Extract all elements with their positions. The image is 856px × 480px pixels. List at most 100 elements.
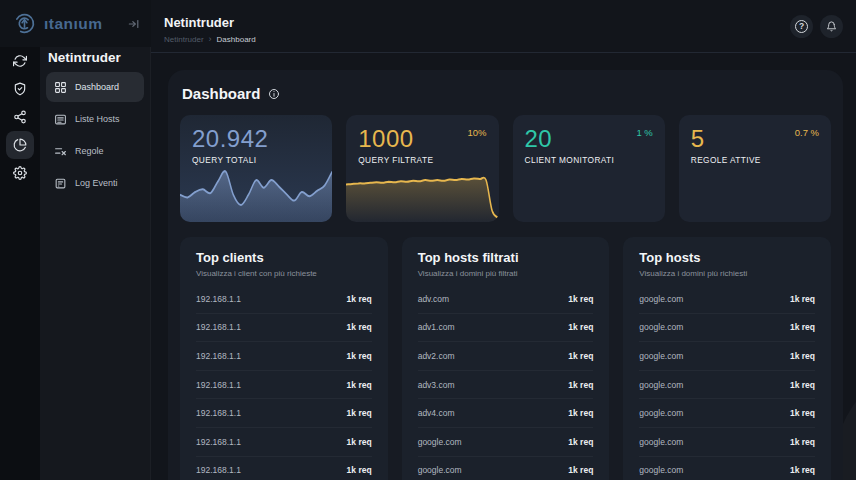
row-value: 1k req xyxy=(790,322,815,332)
sparkline-chart xyxy=(346,162,498,222)
help-button[interactable]: ? xyxy=(790,15,813,38)
collapse-sidebar-icon[interactable] xyxy=(127,17,141,31)
list-row: google.com1k req xyxy=(639,342,815,371)
rail-globe-button[interactable] xyxy=(6,131,34,159)
row-name: 192.168.1.1 xyxy=(196,351,241,361)
top-lists: Top clients Visualizza i client con più … xyxy=(180,237,831,480)
sparkline-chart xyxy=(180,162,332,222)
list-row: google.com1k req xyxy=(418,428,594,457)
list-row: google.com1k req xyxy=(639,399,815,428)
row-name: adv1.com xyxy=(418,322,455,332)
sidebar-item-label: Log Eventi xyxy=(75,178,118,188)
row-name: 192.168.1.1 xyxy=(196,294,241,304)
info-icon[interactable] xyxy=(268,88,280,100)
row-name: google.com xyxy=(639,294,683,304)
topbar-title: Netintruder xyxy=(164,15,783,30)
list-row: adv2.com 1k req xyxy=(418,342,594,371)
row-value: 1k req xyxy=(790,465,815,475)
row-value: 1k req xyxy=(568,380,593,390)
stat-percent: 0.7 % xyxy=(795,127,819,138)
row-name: adv2.com xyxy=(418,351,455,361)
brand-bar: ıtanıum xyxy=(0,0,151,47)
rail-sync-button[interactable] xyxy=(6,47,34,75)
stat-value: 20 xyxy=(525,126,653,151)
grid-icon xyxy=(54,81,75,94)
list-title: Top clients xyxy=(196,250,372,265)
row-value: 1k req xyxy=(568,408,593,418)
row-value: 1k req xyxy=(568,437,593,447)
list-subtitle: Visualizza i client con più richieste xyxy=(196,269,372,278)
row-value: 1k req xyxy=(568,294,593,304)
list-title: Top hosts filtrati xyxy=(418,250,594,265)
list-row: 192.168.1.11k req xyxy=(196,342,372,371)
row-name: google.com xyxy=(639,351,683,361)
content-area: Dashboard 20.942 QUERY TOTALI 1000 QUERY… xyxy=(151,53,856,480)
list-row: adv.com 1k req xyxy=(418,285,594,314)
left-column: ıtanıum Netintruder DashboardListe Hosts… xyxy=(0,0,151,480)
stat-card-query-totali: 20.942 QUERY TOTALI xyxy=(180,115,332,222)
sidebar-item-label: Dashboard xyxy=(75,82,119,92)
list-row: google.com1k req xyxy=(418,457,594,480)
sidebar: Netintruder DashboardListe HostsRegoleLo… xyxy=(40,47,151,480)
row-value: 1k req xyxy=(790,294,815,304)
stat-label: CLIENT MONITORATI xyxy=(525,155,653,165)
row-name: adv.com xyxy=(418,294,450,304)
list-row: 192.168.1.11k req xyxy=(196,399,372,428)
row-value: 1k req xyxy=(347,465,372,475)
row-name: google.com xyxy=(639,437,683,447)
sidebar-item-liste-hosts[interactable]: Liste Hosts xyxy=(46,104,144,134)
dashboard-heading: Dashboard xyxy=(182,85,260,102)
stat-cards: 20.942 QUERY TOTALI 1000 QUERY FILTRATE … xyxy=(180,115,831,222)
stat-label: REGOLE ATTIVE xyxy=(691,155,819,165)
row-name: 192.168.1.1 xyxy=(196,465,241,475)
row-value: 1k req xyxy=(347,437,372,447)
app-root: ıtanıum Netintruder Dashboard Liste Hosts… xyxy=(0,0,856,480)
list-row: adv4.com1k req xyxy=(418,399,594,428)
breadcrumb-separator-icon: › xyxy=(209,34,212,44)
sidebar-item-label: Regole xyxy=(75,146,104,156)
list-title: Top hosts xyxy=(639,250,815,265)
row-name: google.com xyxy=(639,380,683,390)
list-row: google.com 1k req xyxy=(639,314,815,343)
stat-percent: 10% xyxy=(467,127,486,138)
row-name: google.com xyxy=(639,465,683,475)
list-row: 192.168.1.11k req xyxy=(196,371,372,400)
breadcrumb-current: Dashboard xyxy=(217,35,256,44)
row-value: 1k req xyxy=(347,408,372,418)
row-name: google.com xyxy=(639,322,683,332)
row-value: 1k req xyxy=(790,437,815,447)
list-row: 192.168.1.1 1k req xyxy=(196,457,372,480)
list-row: 192.168.1.11k req xyxy=(196,428,372,457)
list-row: 192.168.1.11k req xyxy=(196,314,372,343)
row-name: google.com xyxy=(639,408,683,418)
stat-value: 20.942 xyxy=(192,126,320,151)
list-row: google.com 1k req xyxy=(639,428,815,457)
breadcrumb-parent[interactable]: Netintruder xyxy=(164,35,204,44)
notifications-button[interactable] xyxy=(820,15,843,38)
row-value: 1k req xyxy=(347,322,372,332)
sidebar-item-label: Liste Hosts xyxy=(75,114,120,124)
list-card-top-hosts: Top hosts Visualizza i domini più richie… xyxy=(623,237,831,480)
list-card-top-hosts-filtrati: Top hosts filtrati Visualizza i domini p… xyxy=(402,237,610,480)
stat-card-client-monitorati: 20 CLIENT MONITORATI 1 % xyxy=(513,115,665,222)
list-rows: 192.168.1.1 1k req 192.168.1.1 1k req 192.16… xyxy=(196,285,372,480)
row-value: 1k req xyxy=(568,465,593,475)
log-icon xyxy=(54,177,75,190)
dashboard-heading-row: Dashboard xyxy=(182,85,831,102)
row-value: 1k req xyxy=(568,351,593,361)
dashboard-panel: Dashboard 20.942 QUERY TOTALI 1000 QUERY… xyxy=(168,70,843,480)
sidebar-item-dashboard[interactable]: Dashboard xyxy=(46,72,144,102)
rail-network-button[interactable] xyxy=(6,103,34,131)
sidebar-item-regole[interactable]: Regole xyxy=(46,136,144,166)
sync-icon xyxy=(13,54,27,68)
list-row: 192.168.1.11k req xyxy=(196,285,372,314)
sidebar-item-log-eventi[interactable]: Log Eventi xyxy=(46,168,144,198)
list-row: google.com1k req xyxy=(639,371,815,400)
list-icon xyxy=(54,113,75,126)
rail-settings-button[interactable] xyxy=(6,159,34,187)
list-rows: google.com 1k req google.com 1k req google.c… xyxy=(639,285,815,480)
breadcrumb: Netintruder › Dashboard xyxy=(164,34,783,44)
sidebar-menu: Dashboard Liste Hosts Regole Log Eventi xyxy=(46,72,144,198)
rail-shield-button[interactable] xyxy=(6,75,34,103)
globe-icon xyxy=(13,138,27,152)
